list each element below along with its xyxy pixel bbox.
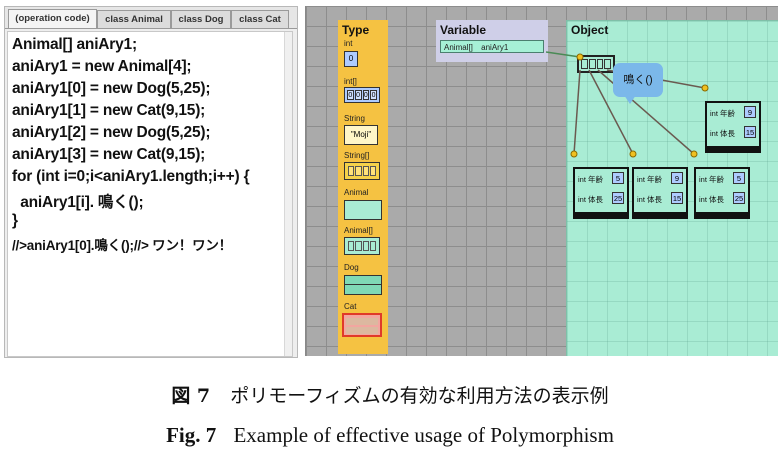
caption-ja-text: ポリモーフィズムの有効な利用方法の表示例 [230,385,609,407]
tab-operation-code[interactable]: (operation code) [8,9,97,28]
caption-ja-figure-number: 図 7 [171,385,211,407]
code-line: Animal[] aniAry1; [12,36,137,53]
reference-dot [629,150,637,158]
reference-dot [690,150,698,158]
code-line: aniAry1[1] = new Cat(9,15); [12,102,206,119]
reference-dot [570,150,578,158]
caption-en-text: Example of effective usage of Polymorphi… [233,423,614,447]
tab-class-animal[interactable]: class Animal [97,10,171,28]
caption-en-figure-number: Fig. 7 [166,423,217,447]
code-line: } [12,212,18,229]
tab-class-dog[interactable]: class Dog [171,10,231,28]
code-line: //>aniAry1[0].鳴く();//> ワン！ワン！ [12,238,232,253]
tab-class-cat[interactable]: class Cat [231,10,289,28]
code-line: aniAry1[0] = new Dog(5,25); [12,80,211,97]
vertical-scrollbar[interactable] [284,32,292,356]
reference-dot [576,53,584,61]
code-text-area[interactable]: Animal[] aniAry1; aniAry1 = new Animal[4… [7,31,293,357]
caption-english: Fig. 7 Example of effective usage of Pol… [0,423,780,448]
bubble-tail [624,95,636,104]
reference-arrows [545,51,709,158]
visualization-canvas: Type int 0 int[] 0 0 0 0 String "Moji" S… [305,6,778,356]
tab-bar: (operation code) class Animal class Dog … [5,7,297,29]
code-line: aniAry1 = new Animal[4]; [12,58,192,75]
code-line: aniAry1[i]. 鳴く(); [12,194,144,211]
ref-line-0 [573,69,581,155]
variable-reference-line [545,51,581,58]
code-line: aniAry1[3] = new Cat(9,15); [12,146,206,163]
caption-japanese: 図 7 ポリモーフィズムの有効な利用方法の表示例 [0,381,780,408]
code-editor-panel: (operation code) class Animal class Dog … [4,6,298,358]
code-line: aniAry1[2] = new Dog(5,25); [12,124,211,141]
method-call-bubble: 鳴く() [613,63,663,97]
code-line: for (int i=0;i<aniAry1.length;i++) { [12,168,250,185]
reference-dot [701,84,709,92]
